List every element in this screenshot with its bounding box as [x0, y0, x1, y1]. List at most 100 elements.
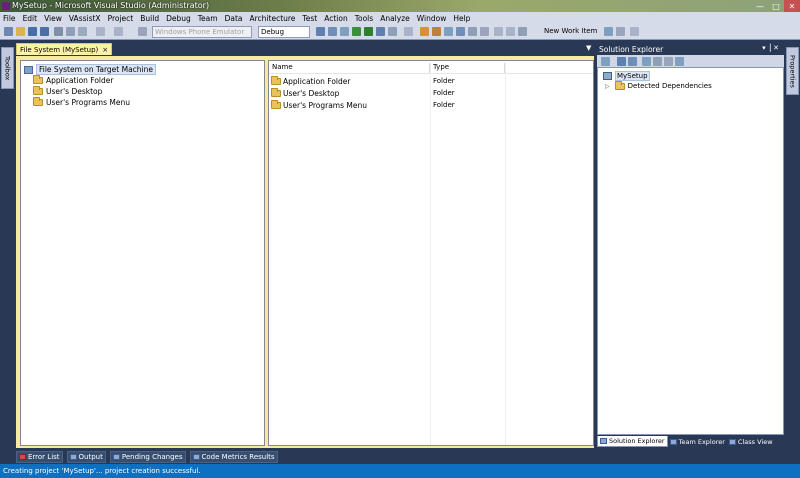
- toolbox-icon[interactable]: [432, 27, 441, 36]
- tab-output[interactable]: Output: [66, 451, 106, 463]
- open-file-icon[interactable]: [16, 27, 25, 36]
- tree-root-label: File System on Target Machine: [36, 64, 156, 75]
- close-button[interactable]: ✕: [784, 0, 800, 12]
- find-icon[interactable]: [316, 27, 325, 36]
- menu-project[interactable]: Project: [108, 14, 134, 23]
- minimize-button[interactable]: —: [752, 0, 768, 12]
- query-icon[interactable]: [604, 27, 613, 36]
- tab-solution-explorer[interactable]: Solution Explorer: [597, 436, 668, 447]
- indent-icon[interactable]: [518, 27, 527, 36]
- new-project-icon[interactable]: [4, 27, 13, 36]
- tree-item-users-programs-menu[interactable]: User's Programs Menu: [33, 97, 130, 107]
- save-icon[interactable]: [28, 27, 37, 36]
- replace-icon[interactable]: [340, 27, 349, 36]
- extension-icon[interactable]: [420, 27, 429, 36]
- platform-select[interactable]: Windows Phone Emulator: [152, 26, 252, 38]
- cut-icon[interactable]: [54, 27, 63, 36]
- properties-icon[interactable]: [388, 27, 397, 36]
- document-tab-file-system[interactable]: File System (MySetup) ×: [16, 43, 113, 55]
- comment-icon[interactable]: [494, 27, 503, 36]
- properties-tab[interactable]: Properties: [786, 47, 799, 95]
- tab-error-list[interactable]: Error List: [16, 451, 63, 463]
- copy-icon[interactable]: [66, 27, 75, 36]
- tab-code-metrics-results[interactable]: Code Metrics Results: [189, 451, 278, 463]
- save-all-icon[interactable]: [40, 27, 49, 36]
- tab-team-explorer[interactable]: Team Explorer: [668, 436, 727, 447]
- menu-architecture[interactable]: Architecture: [250, 14, 296, 23]
- menu-analyze[interactable]: Analyze: [380, 14, 410, 23]
- new-work-item-button[interactable]: New Work Item: [544, 27, 597, 35]
- close-pane-icon[interactable]: ✕: [773, 44, 781, 52]
- list-row[interactable]: User's Programs Menu Folder: [271, 99, 455, 110]
- folder-icon: [271, 87, 281, 97]
- show-all-files-icon[interactable]: [617, 57, 626, 66]
- menu-file[interactable]: File: [3, 14, 16, 23]
- detected-dependencies-node[interactable]: ▷ Detected Dependencies: [605, 80, 712, 90]
- uncomment-icon[interactable]: [506, 27, 515, 36]
- menu-team[interactable]: Team: [198, 14, 218, 23]
- maximize-button[interactable]: □: [768, 0, 784, 12]
- toolbar-overflow-icon[interactable]: [630, 27, 639, 36]
- tree-item-users-desktop[interactable]: User's Desktop: [33, 86, 103, 96]
- file-system-editor-icon[interactable]: [642, 57, 651, 66]
- folder-icon: [33, 86, 43, 95]
- tab-pending-changes[interactable]: Pending Changes: [109, 451, 186, 463]
- menu-edit[interactable]: Edit: [23, 14, 38, 23]
- tab-label: Solution Explorer: [609, 437, 665, 445]
- row-name: Application Folder: [283, 76, 351, 86]
- team-icon[interactable]: [616, 27, 625, 36]
- tab-label: Class View: [737, 437, 773, 446]
- object-browser-icon[interactable]: [456, 27, 465, 36]
- file-types-editor-icon[interactable]: [664, 57, 673, 66]
- close-tab-icon[interactable]: ×: [102, 46, 108, 54]
- folder-icon: [33, 75, 43, 84]
- list-row[interactable]: Application Folder Folder: [271, 75, 455, 86]
- column-divider: [505, 63, 506, 445]
- toolbar-options-icon[interactable]: [404, 27, 413, 36]
- project-node[interactable]: MySetup: [603, 71, 650, 81]
- menu-debug[interactable]: Debug: [166, 14, 191, 23]
- tree-item-label: User's Desktop: [46, 87, 103, 96]
- tab-list-dropdown-icon[interactable]: ▼: [586, 44, 591, 52]
- menu-vassistx[interactable]: VAssistX: [69, 14, 101, 23]
- setup-project-icon: [603, 72, 612, 80]
- status-bar: Creating project 'MySetup'... project cr…: [0, 464, 800, 478]
- class-view-icon[interactable]: [444, 27, 453, 36]
- configuration-select[interactable]: Debug: [258, 26, 310, 38]
- menu-test[interactable]: Test: [302, 14, 317, 23]
- paste-icon[interactable]: [78, 27, 87, 36]
- tree-root-item[interactable]: File System on Target Machine: [24, 64, 156, 75]
- expand-arrow-icon[interactable]: ▷: [605, 83, 610, 90]
- solution-explorer-toolbar: [597, 55, 784, 67]
- toolbox-tab[interactable]: Toolbox: [1, 47, 14, 89]
- menu-action[interactable]: Action: [324, 14, 348, 23]
- registry-editor-icon[interactable]: [653, 57, 662, 66]
- server-explorer-icon[interactable]: [480, 27, 489, 36]
- menu-tools[interactable]: Tools: [355, 14, 373, 23]
- build-icon[interactable]: [352, 27, 361, 36]
- column-header-type[interactable]: Type: [430, 63, 505, 73]
- menu-data[interactable]: Data: [225, 14, 243, 23]
- error-list-icon[interactable]: [468, 27, 477, 36]
- find-in-files-icon[interactable]: [328, 27, 337, 36]
- tree-item-application-folder[interactable]: Application Folder: [33, 75, 113, 85]
- undo-icon[interactable]: [96, 27, 105, 36]
- row-name: User's Programs Menu: [283, 100, 367, 110]
- team-explorer-icon: [669, 438, 677, 445]
- menu-window[interactable]: Window: [417, 14, 447, 23]
- menu-build[interactable]: Build: [140, 14, 159, 23]
- menu-view[interactable]: View: [44, 14, 62, 23]
- column-header-name[interactable]: Name: [269, 63, 430, 73]
- start-debugging-icon[interactable]: [138, 27, 147, 36]
- tab-class-view[interactable]: Class View: [727, 436, 775, 447]
- redo-icon[interactable]: [114, 27, 123, 36]
- list-row[interactable]: User's Desktop Folder: [271, 87, 455, 98]
- properties-icon[interactable]: [601, 57, 610, 66]
- user-interface-editor-icon[interactable]: [675, 57, 684, 66]
- run-icon[interactable]: [364, 27, 373, 36]
- folder-icon: [33, 97, 43, 106]
- menu-help[interactable]: Help: [453, 14, 470, 23]
- file-system-tree: File System on Target Machine Applicatio…: [20, 60, 265, 446]
- refresh-icon[interactable]: [628, 57, 637, 66]
- solution-explorer-icon[interactable]: [376, 27, 385, 36]
